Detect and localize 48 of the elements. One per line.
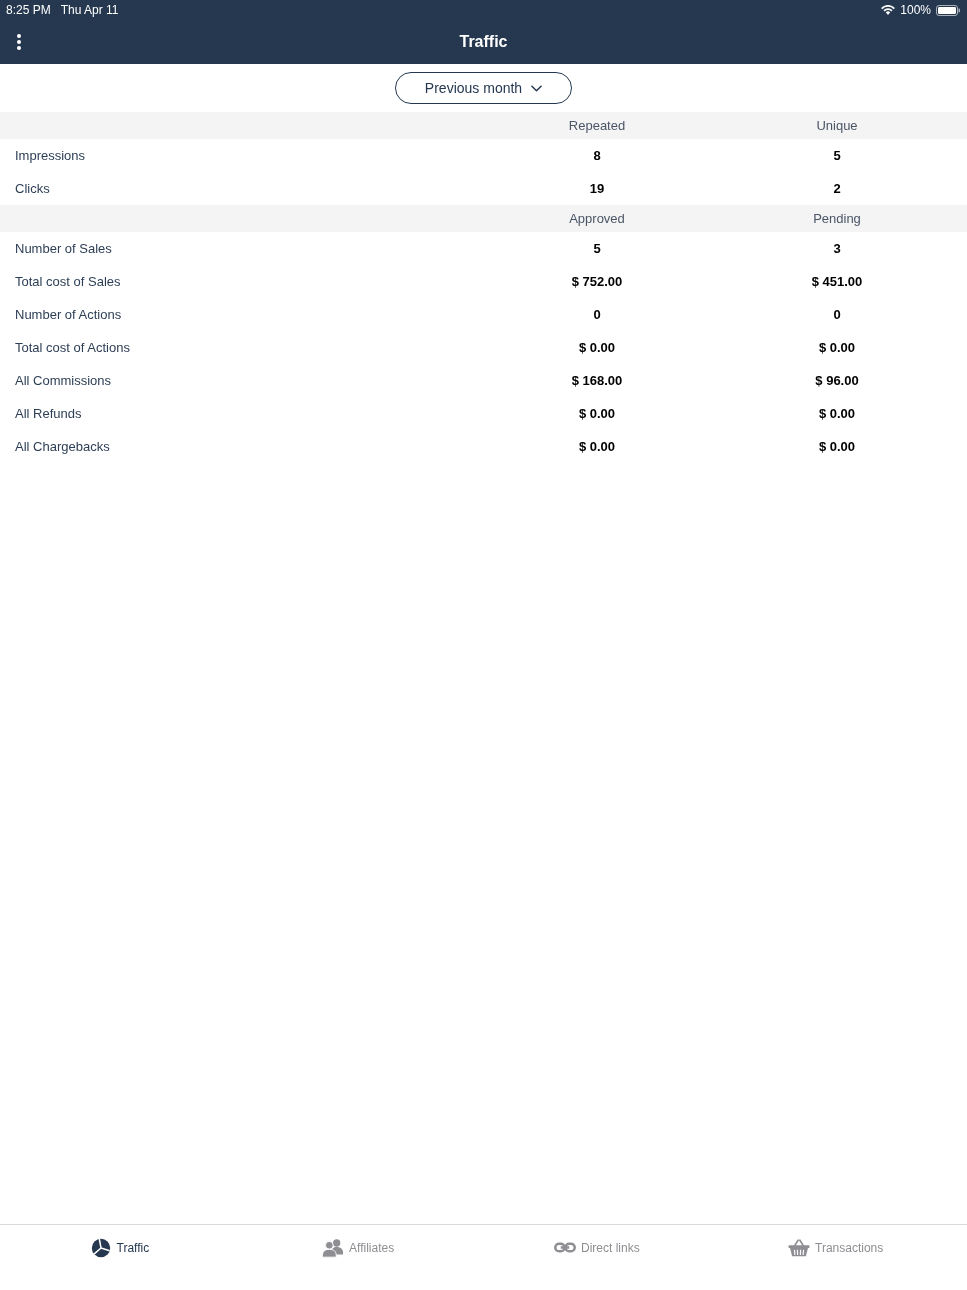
people-icon <box>322 1237 345 1258</box>
tab-bar-item[interactable]: Traffic <box>89 1237 150 1258</box>
row-label: All Refunds <box>14 406 82 421</box>
chain-link-icon <box>554 1242 577 1253</box>
status-time: 8:25 PM <box>6 3 51 17</box>
basket-icon <box>788 1237 810 1258</box>
tab-bar-item[interactable]: Affiliates <box>322 1237 395 1258</box>
value-cell: 3 <box>833 241 841 256</box>
value-cell: 2 <box>833 181 841 196</box>
wifi-icon <box>881 5 896 15</box>
value-cell: $ 451.00 <box>811 274 863 289</box>
value-cell: $ 0.00 <box>578 439 616 454</box>
chart-pie-icon <box>89 1237 112 1258</box>
tab-bar-item[interactable]: Transactions <box>788 1237 884 1258</box>
row-label: Total cost of Sales <box>14 274 121 289</box>
value-cell: 5 <box>593 241 601 256</box>
chevron-down-icon <box>531 84 543 92</box>
row-label: All Chargebacks <box>14 439 110 454</box>
column-header: Approved <box>568 211 626 226</box>
value-cell: $ 0.00 <box>578 340 616 355</box>
column-header: Pending <box>812 211 862 226</box>
tab-bar-item[interactable]: Direct links <box>554 1240 640 1255</box>
row-label: Impressions <box>14 148 86 163</box>
row-label: All Commissions <box>14 373 112 388</box>
value-cell: $ 752.00 <box>571 274 623 289</box>
menu-icon[interactable] <box>17 34 21 50</box>
column-header: Unique <box>815 118 859 133</box>
row-label: Clicks <box>14 181 50 196</box>
value-cell: $ 96.00 <box>815 373 859 388</box>
value-cell: $ 168.00 <box>571 373 623 388</box>
value-cell: $ 0.00 <box>818 406 856 421</box>
row-label: Total cost of Actions <box>14 340 130 355</box>
column-header: Repeated <box>567 118 627 133</box>
period-dropdown[interactable]: Previous month <box>395 72 572 104</box>
battery-percentage: 100% <box>900 3 931 17</box>
value-cell: $ 0.00 <box>578 406 616 421</box>
battery-icon <box>936 4 960 16</box>
row-label: Number of Sales <box>14 241 112 256</box>
value-cell: 5 <box>833 148 841 163</box>
status-date: Thu Apr 11 <box>60 3 119 17</box>
page-title: Traffic <box>459 33 508 51</box>
value-cell: 0 <box>833 307 841 322</box>
value-cell: 0 <box>593 307 601 322</box>
value-cell: 19 <box>589 181 605 196</box>
value-cell: $ 0.00 <box>818 439 856 454</box>
value-cell: 8 <box>593 148 601 163</box>
value-cell: $ 0.00 <box>818 340 856 355</box>
row-label: Number of Actions <box>14 307 122 322</box>
